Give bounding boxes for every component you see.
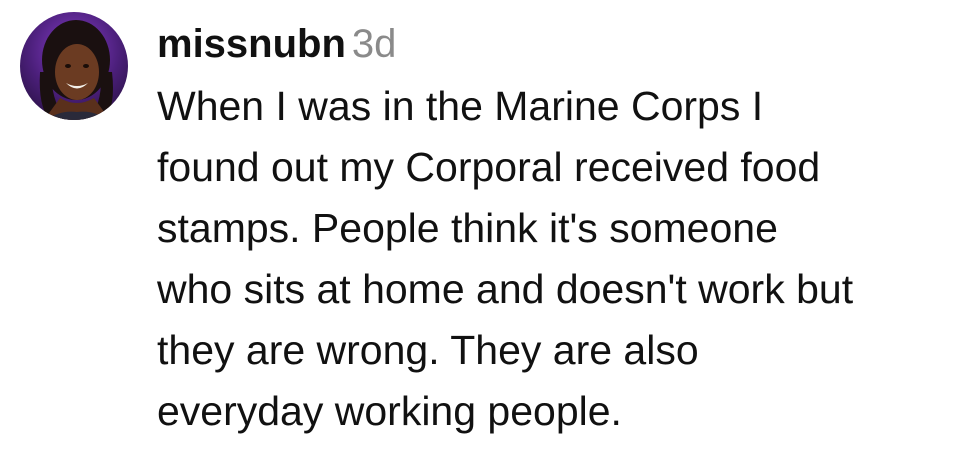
comment-text-line: who sits at home and doesn't work but: [157, 266, 854, 312]
comment: missnubn 3d When I was in the Marine Corp…: [0, 0, 980, 468]
comment-text-line: When I was in the Marine Corps I: [157, 83, 764, 129]
comment-header: missnubn 3d: [157, 14, 972, 76]
avatar[interactable]: [20, 12, 128, 120]
comment-text-line: everyday working people.: [157, 388, 622, 434]
comment-text-line: found out my Corporal received food: [157, 144, 821, 190]
comment-content: missnubn 3d When I was in the Marine Corp…: [157, 14, 972, 442]
comment-text-line: stamps. People think it's someone: [157, 205, 778, 251]
comment-text: When I was in the Marine Corps I found o…: [157, 76, 972, 442]
comment-text-line: they are wrong. They are also: [157, 327, 699, 373]
user-avatar-photo-icon: [20, 12, 128, 120]
timestamp: 3d: [351, 22, 397, 66]
username[interactable]: missnubn: [157, 22, 346, 66]
